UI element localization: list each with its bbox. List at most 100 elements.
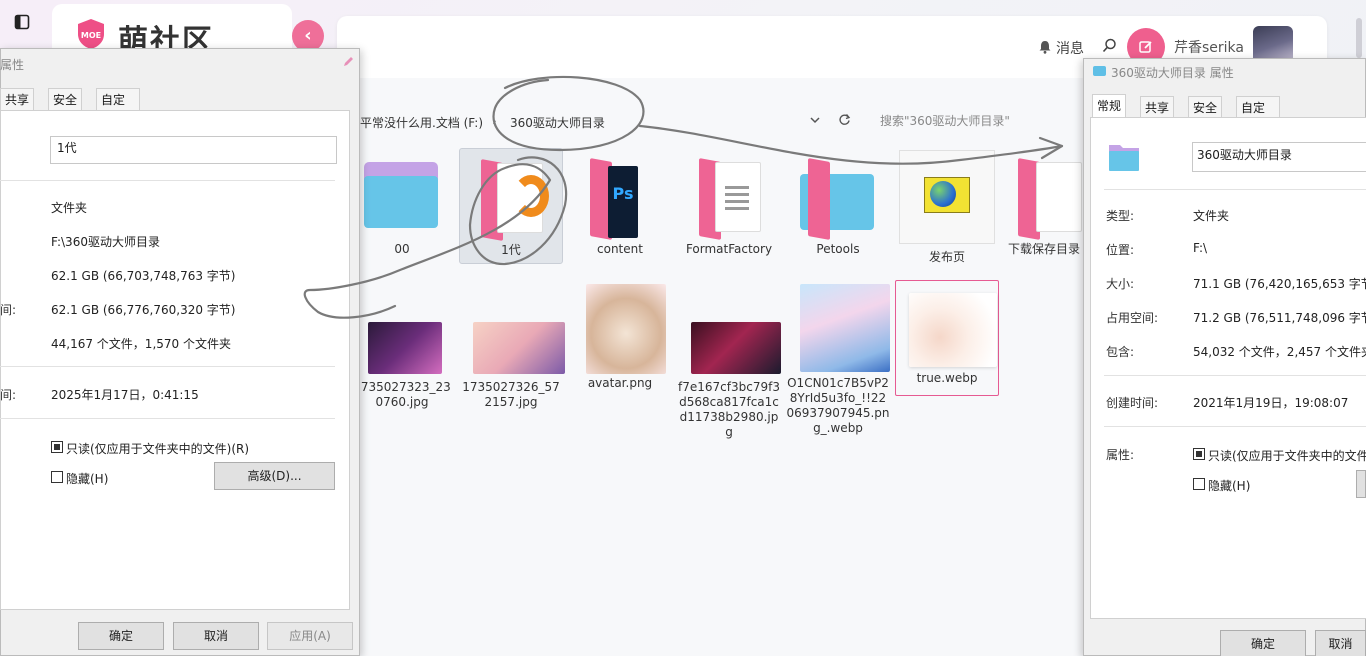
chevron-down-icon[interactable]	[809, 114, 821, 129]
size-value: 71.1 GB (76,420,165,653 字节)	[1193, 277, 1366, 291]
tab-general[interactable]: 常规	[1092, 94, 1127, 118]
disk-size-label: 占用空间:	[1106, 311, 1159, 325]
tab-share[interactable]: 共享	[1140, 96, 1175, 118]
general-panel	[1090, 117, 1366, 619]
tile-label: 发布页	[928, 250, 965, 264]
image-thumbnail	[358, 312, 446, 392]
divider	[0, 418, 335, 419]
image-thumbnail	[467, 312, 565, 392]
readonly-checkbox[interactable]	[51, 441, 63, 453]
window-icon[interactable]	[14, 14, 30, 30]
folder-icon	[358, 156, 446, 236]
tile-label: 1代	[501, 243, 521, 257]
hidden-checkbox[interactable]	[51, 471, 63, 483]
type-value: 文件夹	[1193, 209, 1230, 223]
image-thumbnail	[794, 282, 890, 374]
image-tile[interactable]: O1CN01c7B5vP28YrId5u3fo_!!2206937907945.…	[786, 282, 890, 436]
location-value: F:\360驱动大师目录	[51, 235, 160, 249]
image-tile[interactable]: f7e167cf3bc79f3d568ca817fca1cd11738b2980…	[677, 312, 781, 440]
divider	[1104, 375, 1366, 376]
globe-folder-icon	[899, 150, 995, 244]
file-tile[interactable]: 发布页	[895, 150, 999, 265]
created-label: 间:	[0, 388, 17, 402]
folder-icon	[794, 156, 882, 240]
image-thumbnail	[903, 281, 997, 367]
created-label: 创建时间:	[1106, 396, 1159, 410]
readonly-label: 只读(仅应用于文件夹中的文件)(R)	[66, 442, 250, 456]
pencil-icon[interactable]	[342, 56, 354, 71]
tile-label: avatar.png	[587, 376, 653, 390]
location-value: F:\	[1193, 241, 1208, 255]
readonly-checkbox[interactable]	[1193, 448, 1205, 460]
folder-icon: Ps	[576, 156, 664, 240]
bell-icon[interactable]	[1038, 40, 1052, 58]
advanced-button[interactable]: 高级(D)...	[214, 462, 335, 490]
search-input[interactable]: 搜索"360驱动大师目录"	[870, 106, 1075, 136]
folder-tile[interactable]: 下载保存目录	[1004, 156, 1084, 257]
tile-label: 下载保存目录	[1007, 242, 1080, 256]
tab-security[interactable]: 安全	[1188, 96, 1223, 118]
hidden-checkbox[interactable]	[1193, 478, 1205, 490]
tile-label: Petools	[816, 242, 860, 256]
breadcrumb-separator: ›	[492, 114, 497, 128]
image-tile[interactable]: 1735027323_230760.jpg	[350, 312, 454, 410]
folder-tile-selected[interactable]: 1代	[459, 148, 563, 264]
tile-label: true.webp	[916, 371, 978, 385]
size-value: 62.1 GB (66,703,748,763 字节)	[51, 269, 236, 283]
messages-link[interactable]: 消息	[1056, 38, 1084, 58]
hidden-label: 隐藏(H)	[1208, 479, 1251, 493]
cancel-button[interactable]: 取消	[1315, 630, 1366, 656]
folder-icon	[1093, 66, 1106, 76]
tab-custom[interactable]: 自定义	[1236, 96, 1280, 137]
breadcrumb-root[interactable]: 平常没什么用.文档 (F:)	[360, 114, 483, 131]
type-value: 文件夹	[51, 201, 88, 215]
username[interactable]: 芹香serika	[1174, 37, 1244, 57]
folder-tile[interactable]: 00	[350, 156, 454, 257]
ok-button[interactable]: 确定	[78, 622, 164, 650]
folder-name-field[interactable]: 360驱动大师目录	[1192, 142, 1366, 172]
contains-value: 44,167 个文件，1,570 个文件夹	[51, 337, 231, 351]
folder-tile[interactable]: Petools	[786, 156, 890, 257]
image-thumbnail	[685, 312, 781, 392]
tile-label: O1CN01c7B5vP28YrId5u3fo_!!2206937907945.…	[786, 376, 890, 435]
location-label: 位置:	[1106, 243, 1135, 257]
dialog-title: 360驱动大师目录 属性	[1111, 66, 1234, 80]
tab-custom[interactable]: 自定义	[96, 88, 140, 129]
image-tile[interactable]: 1735027326_572157.jpg	[459, 312, 565, 410]
image-tile[interactable]: avatar.png	[568, 282, 672, 391]
logo-text: MOE	[81, 31, 101, 40]
advanced-button-partial[interactable]	[1356, 470, 1366, 498]
folder-name-field[interactable]: 1代	[50, 136, 337, 164]
moe-shield-icon[interactable]: MOE	[76, 18, 106, 50]
hidden-label: 隐藏(H)	[66, 472, 109, 486]
contains-value: 54,032 个文件，2,457 个文件夹	[1193, 345, 1366, 359]
contains-label: 包含:	[1106, 345, 1135, 359]
refresh-icon[interactable]	[838, 113, 851, 130]
breadcrumb-current[interactable]: 360驱动大师目录	[510, 114, 605, 131]
disk-size-value: 62.1 GB (66,776,760,320 字节)	[51, 303, 236, 317]
tab-share[interactable]: 共享	[0, 88, 35, 110]
divider	[0, 366, 335, 367]
image-thumbnail	[576, 282, 666, 374]
tile-label: FormatFactory	[685, 242, 773, 256]
created-value: 2021年1月19日，19:08:07	[1193, 396, 1349, 410]
scrollbar-track[interactable]	[1356, 18, 1362, 58]
general-panel	[0, 110, 350, 610]
search-icon[interactable]	[1102, 38, 1117, 57]
disk-size-label: 间:	[0, 303, 17, 317]
ok-button[interactable]: 确定	[1220, 630, 1306, 656]
folder-icon	[467, 157, 555, 241]
size-label: 大小:	[1106, 277, 1135, 291]
apply-button[interactable]: 应用(A)	[267, 622, 353, 650]
tile-label: content	[597, 242, 643, 256]
folder-icon	[1004, 156, 1084, 240]
tab-security[interactable]: 安全	[48, 88, 83, 110]
folder-tile[interactable]: FormatFactory	[677, 156, 781, 257]
divider	[1104, 426, 1366, 427]
tile-label: 00	[394, 242, 410, 256]
image-tile-focused[interactable]: true.webp	[895, 280, 999, 396]
dialog-title: 属性	[0, 58, 25, 72]
readonly-label: 只读(仅应用于文件夹中的文件)	[1208, 449, 1366, 463]
folder-tile[interactable]: Ps content	[568, 156, 672, 257]
cancel-button[interactable]: 取消	[173, 622, 259, 650]
